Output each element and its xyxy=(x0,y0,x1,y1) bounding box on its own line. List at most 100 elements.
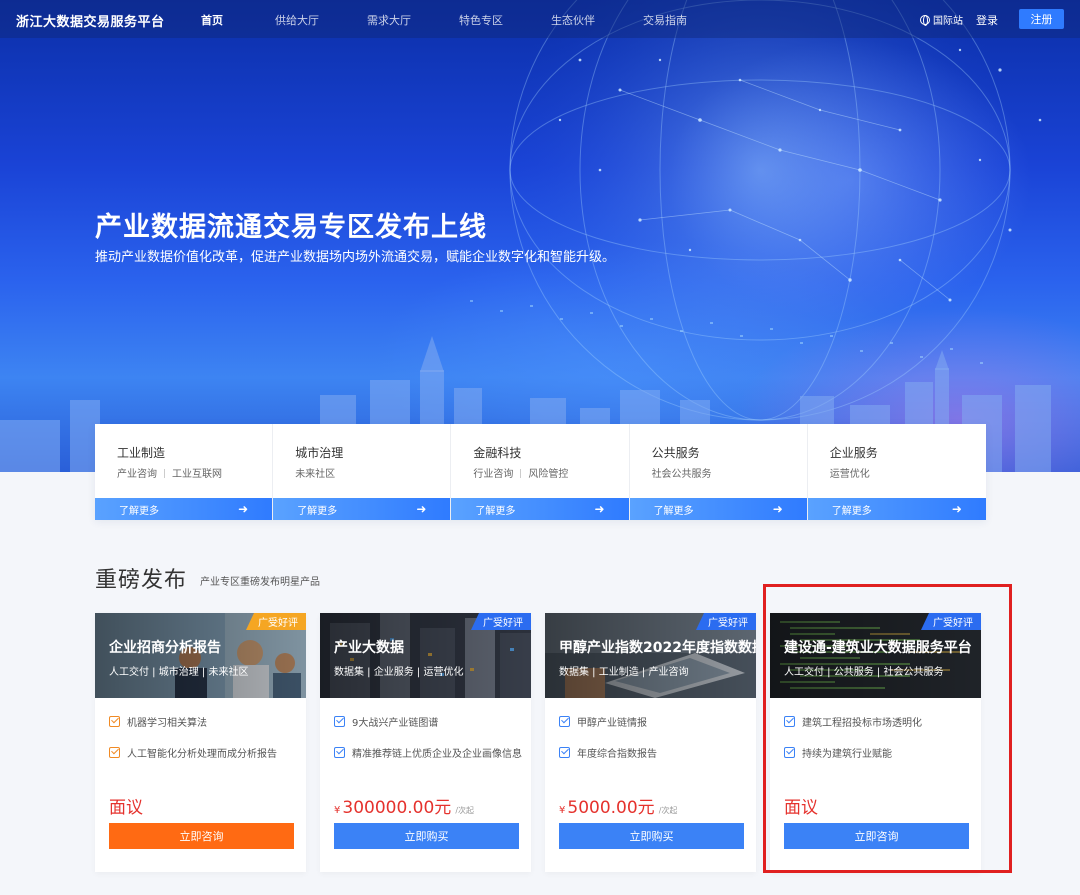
category-sub-link[interactable]: 社会公共服务 xyxy=(652,469,712,480)
category-title[interactable]: 公共服务 xyxy=(652,444,700,461)
feature-item: 年度综合指数报告 xyxy=(559,745,657,760)
nav-supply-hall[interactable]: 供给大厅 xyxy=(275,12,319,28)
category-sub-link[interactable]: 风险管控 xyxy=(528,469,568,480)
nav-home[interactable]: 首页 xyxy=(201,12,223,28)
checkbox-icon xyxy=(334,747,345,758)
checkbox-icon xyxy=(559,716,570,727)
category-sub-link[interactable]: 工业互联网 xyxy=(172,469,222,480)
consult-now-button[interactable]: 立即咨询 xyxy=(109,823,294,849)
category-title[interactable]: 企业服务 xyxy=(830,444,878,461)
learn-more-button[interactable]: 了解更多 ➜ xyxy=(807,498,986,520)
category-title[interactable]: 工业制造 xyxy=(117,444,165,461)
global-site-label: 国际站 xyxy=(933,16,963,27)
learn-more-label: 了解更多 xyxy=(475,505,516,517)
currency-symbol: ¥ xyxy=(334,805,341,816)
hero-title: 产业数据流通交易专区发布上线 xyxy=(95,212,487,243)
buy-now-button[interactable]: 立即购买 xyxy=(334,823,519,849)
feature-text: 机器学习相关算法 xyxy=(127,718,207,729)
currency-symbol: ¥ xyxy=(559,805,566,816)
product-name: 企业招商分析报告 xyxy=(109,640,221,656)
product-card[interactable]: 甲醇产业指数2022年度指数数据 数据集 | 工业制造 | 产业咨询 广受好评 … xyxy=(545,613,756,872)
category-public-service: 公共服务 社会公共服务 了解更多 ➜ xyxy=(629,424,808,520)
category-sub-link[interactable]: 行业咨询 xyxy=(473,469,513,480)
price-value: 面议 xyxy=(109,798,143,818)
arrow-right-icon: ➜ xyxy=(416,502,427,516)
feature-item: 机器学习相关算法 xyxy=(109,714,207,729)
product-price: 面议 xyxy=(109,793,143,818)
register-button[interactable]: 注册 xyxy=(1019,9,1064,29)
learn-more-label: 了解更多 xyxy=(297,505,338,517)
arrow-right-icon: ➜ xyxy=(594,502,605,516)
price-value: 300000.00元 xyxy=(342,798,452,818)
product-name: 甲醇产业指数2022年度指数数据 xyxy=(559,640,756,656)
product-image: 甲醇产业指数2022年度指数数据 数据集 | 工业制造 | 产业咨询 广受好评 xyxy=(545,613,756,698)
brand-name[interactable]: 浙江大数据交易服务平台 xyxy=(16,11,165,30)
learn-more-button[interactable]: 了解更多 ➜ xyxy=(451,498,629,520)
category-subs: 社会公共服务 xyxy=(652,465,712,480)
product-image: 企业招商分析报告 人工交付 | 城市治理 | 未来社区 广受好评 xyxy=(95,613,306,698)
checkbox-icon xyxy=(334,716,345,727)
product-card[interactable]: 产业大数据 数据集 | 企业服务 | 运营优化 广受好评 9大战兴产业链图谱 精… xyxy=(320,613,531,872)
product-price: ¥300000.00元/次起 xyxy=(334,793,474,818)
nav-demand-hall[interactable]: 需求大厅 xyxy=(367,12,411,28)
top-nav: 浙江大数据交易服务平台 首页 供给大厅 需求大厅 特色专区 生态伙伴 交易指南 … xyxy=(0,0,1080,38)
checkbox-icon xyxy=(109,716,120,727)
price-value: 5000.00元 xyxy=(567,798,655,818)
learn-more-label: 了解更多 xyxy=(831,505,872,517)
arrow-right-icon: ➜ xyxy=(772,502,783,516)
section-title: 重磅发布 xyxy=(95,568,188,593)
buy-now-button[interactable]: 立即购买 xyxy=(559,823,744,849)
category-sub-link[interactable]: 未来社区 xyxy=(295,469,335,480)
arrow-right-icon: ➜ xyxy=(951,502,962,516)
category-subs: 产业咨询 工业互联网 xyxy=(117,465,222,480)
category-subs: 行业咨询 风险管控 xyxy=(473,465,568,480)
category-sub-link[interactable]: 运营优化 xyxy=(830,469,870,480)
learn-more-button[interactable]: 了解更多 ➜ xyxy=(629,498,807,520)
global-site-link[interactable]: 国际站 xyxy=(920,12,963,27)
feature-item: 精准推荐链上优质企业及企业画像信息 xyxy=(334,745,522,760)
hero-banner: 浙江大数据交易服务平台 首页 供给大厅 需求大厅 特色专区 生态伙伴 交易指南 … xyxy=(0,0,1080,472)
learn-more-button[interactable]: 了解更多 ➜ xyxy=(273,498,451,520)
learn-more-label: 了解更多 xyxy=(119,505,159,517)
category-subs: 运营优化 xyxy=(830,465,870,480)
category-enterprise-service: 企业服务 运营优化 了解更多 ➜ xyxy=(807,424,986,520)
category-industrial-manufacturing: 工业制造 产业咨询 工业互联网 了解更多 ➜ xyxy=(95,424,274,520)
popular-badge: 广受好评 xyxy=(696,613,756,630)
product-name: 产业大数据 xyxy=(334,640,404,656)
nav-special-zone[interactable]: 特色专区 xyxy=(459,12,503,28)
category-subs: 未来社区 xyxy=(295,465,335,480)
feature-text: 年度综合指数报告 xyxy=(577,749,657,760)
checkbox-icon xyxy=(109,747,120,758)
learn-more-label: 了解更多 xyxy=(653,505,694,517)
category-panel: 工业制造 产业咨询 工业互联网 了解更多 ➜ 城市治理 未来社区 了解更多 ➜ 金… xyxy=(95,424,986,520)
feature-item: 9大战兴产业链图谱 xyxy=(334,714,438,729)
divider xyxy=(164,469,165,478)
feature-text: 人工智能化分析处理而成分析报告 xyxy=(127,749,277,760)
highlight-annotation-box xyxy=(763,584,1012,873)
product-tags: 人工交付 | 城市治理 | 未来社区 xyxy=(109,667,249,678)
category-title[interactable]: 金融科技 xyxy=(473,444,521,461)
category-sub-link[interactable]: 产业咨询 xyxy=(117,469,157,480)
divider xyxy=(520,469,522,478)
price-unit: /次起 xyxy=(658,806,678,815)
login-link[interactable]: 登录 xyxy=(976,12,998,28)
product-tags: 数据集 | 企业服务 | 运营优化 xyxy=(334,667,464,678)
product-card[interactable]: 企业招商分析报告 人工交付 | 城市治理 | 未来社区 广受好评 机器学习相关算… xyxy=(95,613,306,872)
globe-icon xyxy=(920,14,930,26)
category-city-governance: 城市治理 未来社区 了解更多 ➜ xyxy=(273,424,452,520)
price-unit: /次起 xyxy=(455,806,475,815)
popular-badge: 广受好评 xyxy=(471,613,531,630)
nav-trade-guide[interactable]: 交易指南 xyxy=(643,12,687,28)
product-price: ¥5000.00元/次起 xyxy=(559,793,677,818)
learn-more-button[interactable]: 了解更多 ➜ xyxy=(95,498,273,520)
feature-item: 人工智能化分析处理而成分析报告 xyxy=(109,745,277,760)
popular-badge: 广受好评 xyxy=(246,613,306,630)
hero-subtitle: 推动产业数据价值化改革，促进产业数据场内场外流通交易，赋能企业数字化和智能升级。 xyxy=(95,250,616,265)
section-subtitle: 产业专区重磅发布明星产品 xyxy=(200,577,320,588)
feature-text: 精准推荐链上优质企业及企业画像信息 xyxy=(352,749,522,760)
category-title[interactable]: 城市治理 xyxy=(295,444,343,461)
category-fintech: 金融科技 行业咨询 风险管控 了解更多 ➜ xyxy=(451,424,630,520)
product-tags: 数据集 | 工业制造 | 产业咨询 xyxy=(559,667,689,678)
arrow-right-icon: ➜ xyxy=(238,502,249,516)
nav-ecosystem-partners[interactable]: 生态伙伴 xyxy=(551,12,595,28)
